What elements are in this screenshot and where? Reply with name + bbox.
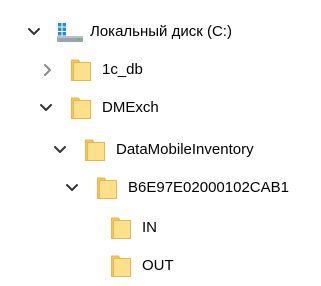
tree-item-label: IN <box>142 219 157 236</box>
tree-item-in[interactable]: IN <box>0 212 321 244</box>
folder-tree: Локальный диск (C:) 1c_db DMExch DataMob… <box>0 0 321 286</box>
tree-item-datamobileinventory[interactable]: DataMobileInventory <box>0 134 321 166</box>
folder-icon <box>84 138 106 166</box>
chevron-down-icon[interactable] <box>24 22 44 42</box>
tree-item-1c-db[interactable]: 1c_db <box>0 54 321 86</box>
tree-item-b6e97e02000102cab1[interactable]: B6E97E02000102CAB1 <box>0 172 321 204</box>
chevron-down-icon[interactable] <box>50 140 70 160</box>
tree-item-label: DMExch <box>102 99 159 116</box>
folder-icon <box>96 176 118 204</box>
tree-item-label: DataMobileInventory <box>116 141 254 158</box>
folder-icon <box>70 96 92 124</box>
chevron-down-icon[interactable] <box>62 178 82 198</box>
folder-icon <box>110 216 132 244</box>
tree-item-label: OUT <box>142 257 174 274</box>
folder-icon <box>110 254 132 282</box>
folder-icon <box>70 58 92 86</box>
tree-item-label: 1c_db <box>102 61 143 78</box>
tree-item-label: Локальный диск (C:) <box>90 23 232 40</box>
tree-item-dmexch[interactable]: DMExch <box>0 92 321 124</box>
tree-item-label: B6E97E02000102CAB1 <box>128 179 289 196</box>
tree-item-out[interactable]: OUT <box>0 250 321 282</box>
chevron-right-icon[interactable] <box>38 60 58 80</box>
chevron-down-icon[interactable] <box>36 98 56 118</box>
tree-item-local-disk-c[interactable]: Локальный диск (C:) <box>0 16 321 48</box>
drive-icon <box>56 22 84 48</box>
